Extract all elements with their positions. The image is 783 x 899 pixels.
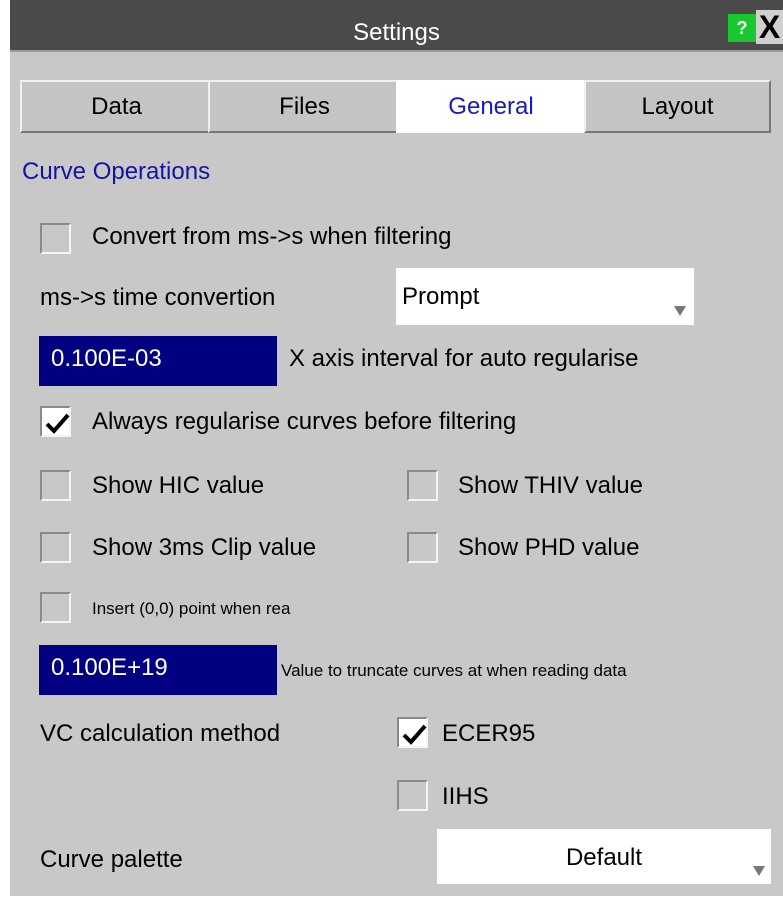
- x-interval-label: X axis interval for auto regularise: [289, 345, 639, 372]
- show-phd-label: Show PHD value: [458, 534, 640, 561]
- curve-palette-dropdown[interactable]: Default: [437, 829, 771, 884]
- ecer95-checkbox[interactable]: [397, 717, 428, 748]
- tab-data[interactable]: Data: [20, 80, 213, 133]
- insert-point-label: Insert (0,0) point when rea: [92, 599, 291, 618]
- checkmark-icon: [45, 413, 70, 434]
- ecer95-label: ECER95: [442, 720, 536, 747]
- tab-layout[interactable]: Layout: [584, 80, 771, 133]
- show-hic-label: Show HIC value: [92, 472, 265, 499]
- iihs-label: IIHS: [442, 783, 489, 810]
- time-conversion-value: Prompt: [402, 283, 480, 310]
- chevron-down-icon: [753, 866, 765, 876]
- curve-palette-value: Default: [565, 844, 643, 871]
- vc-method-label: VC calculation method: [40, 720, 281, 747]
- section-title-curve-operations: Curve Operations: [22, 158, 211, 185]
- time-conversion-label: ms->s time convertion: [40, 284, 276, 311]
- convert-ms-label: Convert from ms->s when filtering: [92, 223, 452, 250]
- show-phd-checkbox[interactable]: [407, 532, 438, 563]
- truncate-label: Value to truncate curves at when reading…: [281, 661, 627, 680]
- time-conversion-dropdown[interactable]: Prompt: [396, 268, 694, 325]
- always-regularise-label: Always regularise curves before filterin…: [92, 408, 517, 435]
- x-interval-input[interactable]: 0.100E-03: [39, 336, 277, 386]
- checkmark-icon: [402, 724, 427, 745]
- tab-general[interactable]: General: [396, 80, 586, 133]
- show-3ms-label: Show 3ms Clip value: [92, 534, 317, 561]
- show-thiv-checkbox[interactable]: [407, 470, 438, 501]
- truncate-value-input[interactable]: 0.100E+19: [39, 645, 277, 695]
- window-title: Settings: [353, 19, 440, 46]
- tab-files[interactable]: Files: [208, 80, 401, 133]
- close-button[interactable]: X: [756, 10, 783, 44]
- settings-panel: [10, 0, 783, 896]
- title-bar: Settings: [10, 0, 783, 52]
- show-thiv-label: Show THIV value: [458, 472, 643, 499]
- show-hic-checkbox[interactable]: [40, 470, 71, 501]
- insert-point-checkbox[interactable]: [40, 592, 71, 623]
- curve-palette-label: Curve palette: [40, 846, 183, 873]
- iihs-checkbox[interactable]: [397, 780, 428, 811]
- chevron-down-icon: [674, 306, 686, 316]
- convert-ms-checkbox[interactable]: [40, 223, 71, 254]
- show-3ms-checkbox[interactable]: [40, 532, 71, 563]
- help-button[interactable]: ?: [728, 14, 756, 42]
- always-regularise-checkbox[interactable]: [40, 406, 71, 437]
